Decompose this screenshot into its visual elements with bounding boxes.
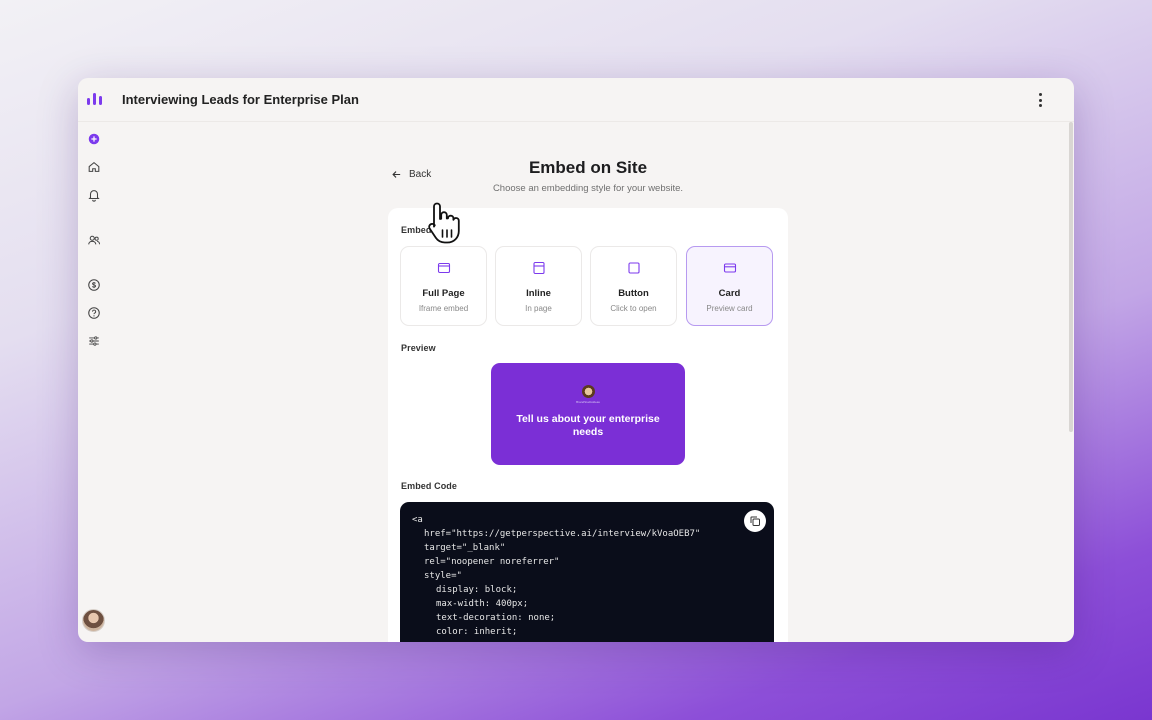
preview-brand: BrandStudioIdeas: [576, 400, 600, 404]
embed-type-name: Inline: [526, 288, 551, 299]
code-line: style=": [424, 571, 462, 581]
code-line: text-decoration: none;: [436, 613, 556, 623]
code-line: target="_blank": [424, 543, 506, 553]
code-line: <a: [412, 515, 423, 525]
embed-panel: Embed Type Full Page Iframe embed Inline…: [388, 208, 788, 642]
window-title: Interviewing Leads for Enterprise Plan: [122, 92, 359, 107]
embed-code-label: Embed Code: [401, 481, 458, 491]
inline-icon: [532, 261, 546, 275]
embed-code-block[interactable]: <a href="https://getperspective.ai/inter…: [400, 502, 774, 642]
embed-type-name: Full Page: [422, 288, 465, 299]
embed-type-name: Button: [618, 288, 649, 299]
code-line: color: inherit;: [436, 627, 518, 637]
user-avatar[interactable]: [82, 609, 105, 632]
more-options-icon[interactable]: [1036, 93, 1044, 107]
code-line: href="https://getperspective.ai/intervie…: [424, 529, 701, 539]
window-icon: [437, 261, 451, 275]
hand-cursor-icon: [428, 202, 460, 244]
brand-logo-icon: [582, 385, 595, 398]
embed-type-description: Iframe embed: [418, 304, 469, 313]
embed-type-description: In page: [525, 304, 552, 313]
embed-type-name: Card: [718, 288, 741, 299]
scrollbar[interactable]: [1069, 122, 1073, 432]
embed-type-button[interactable]: Button Click to open: [590, 246, 677, 326]
embed-type-description: Preview card: [706, 304, 753, 313]
preview-card[interactable]: BrandStudioIdeas Tell us about your ente…: [491, 363, 685, 465]
copy-code-button[interactable]: [744, 510, 766, 532]
code-line: display: block;: [436, 585, 518, 595]
arrow-left-icon: [392, 171, 401, 178]
page-subtitle: Choose an embedding style for your websi…: [492, 183, 684, 194]
embed-type-inline[interactable]: Inline In page: [495, 246, 582, 326]
app-window: Interviewing Leads for Enterprise Plan B…: [78, 78, 1074, 642]
sliders-icon[interactable]: [86, 333, 102, 349]
app-logo-icon[interactable]: [87, 93, 102, 105]
embed-type-description: Click to open: [610, 304, 657, 313]
top-bar: Interviewing Leads for Enterprise Plan: [78, 78, 1074, 122]
bell-icon[interactable]: [86, 187, 102, 203]
code-line: rel="noopener noreferrer": [424, 557, 560, 567]
square-icon: [627, 261, 641, 275]
back-label: Back: [409, 169, 432, 180]
page-title: Embed on Site: [528, 158, 648, 177]
embed-type-card[interactable]: Card Preview card: [686, 246, 773, 326]
home-icon[interactable]: [86, 159, 102, 175]
dollar-icon[interactable]: [86, 277, 102, 293]
code-line: max-width: 400px;: [436, 599, 529, 609]
users-icon[interactable]: [86, 232, 102, 248]
preview-card-text: Tell us about your enterprise needs: [516, 413, 660, 438]
card-icon: [723, 261, 737, 275]
back-button[interactable]: Back: [391, 169, 431, 180]
embed-type-full-page[interactable]: Full Page Iframe embed: [400, 246, 487, 326]
preview-label: Preview: [401, 343, 436, 353]
help-icon[interactable]: [86, 305, 102, 321]
new-circle-icon[interactable]: [86, 131, 102, 147]
copy-icon: [750, 516, 760, 526]
